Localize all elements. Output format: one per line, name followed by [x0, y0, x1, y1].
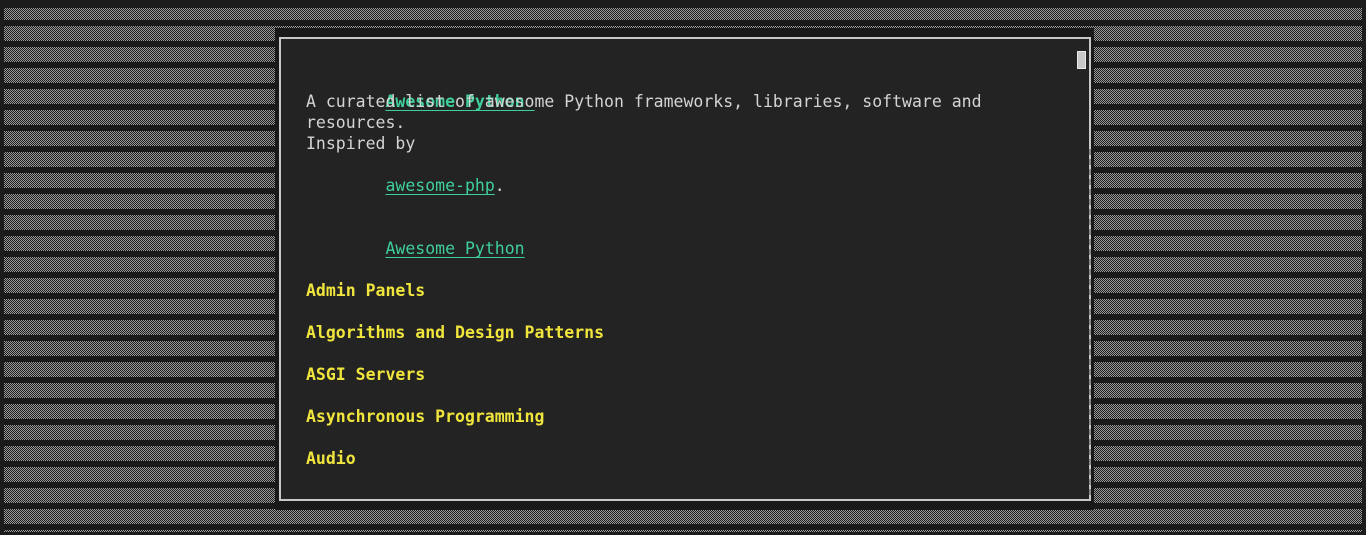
- scrollbar-thumb[interactable]: [1077, 51, 1086, 69]
- inspired-suffix: .: [494, 176, 505, 195]
- section-heading: Asynchronous Programming: [306, 407, 545, 426]
- scrollbar-track[interactable]: [1089, 149, 1091, 499]
- inspired-by-text: Inspired by: [306, 134, 416, 153]
- description-line-2: resources.: [306, 113, 406, 132]
- section-heading: Admin Panels: [306, 281, 426, 300]
- section-heading: ASGI Servers: [306, 365, 426, 384]
- toc-awesome-python-link[interactable]: Awesome Python: [385, 239, 524, 258]
- awesome-php-link[interactable]: awesome-php: [385, 176, 494, 195]
- section-heading: Algorithms and Design Patterns: [306, 323, 605, 342]
- document-window[interactable]: Awesome Python A curated list of awesome…: [279, 37, 1091, 501]
- section-heading: Audio: [306, 449, 356, 468]
- description-line-1: A curated list of awesome Python framewo…: [306, 92, 982, 111]
- terminal-screen: Awesome Python A curated list of awesome…: [0, 0, 1366, 535]
